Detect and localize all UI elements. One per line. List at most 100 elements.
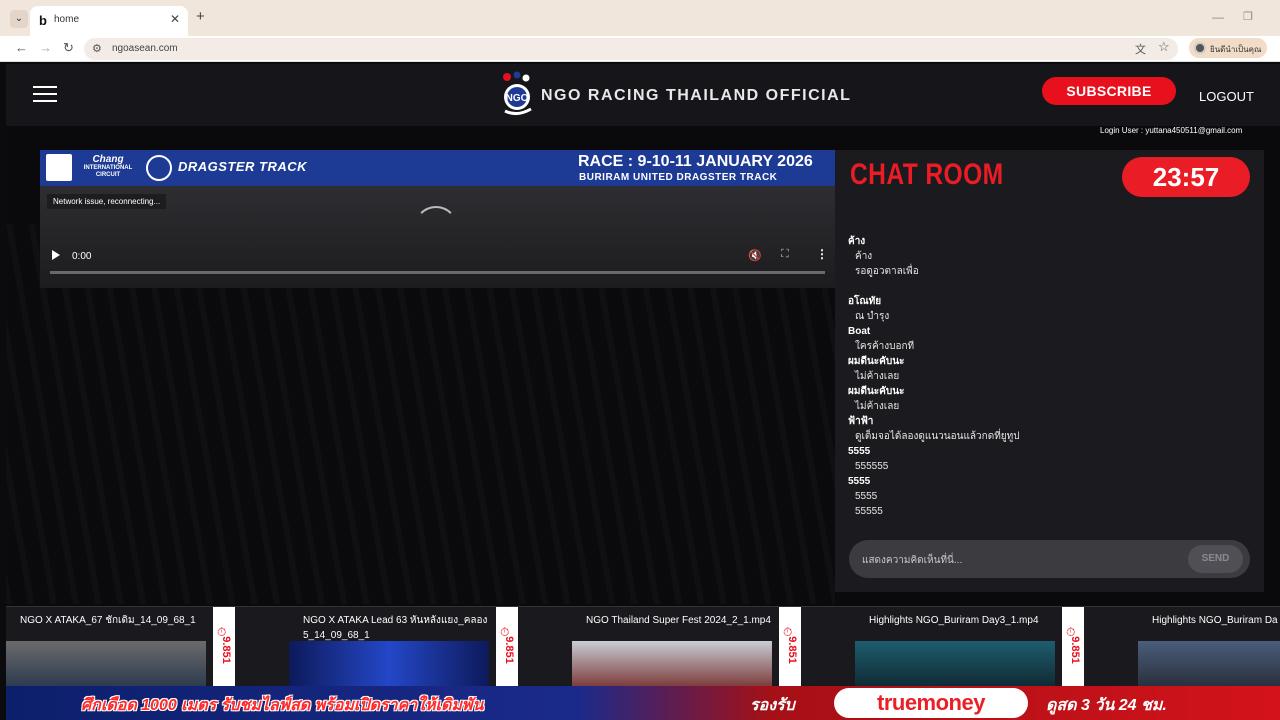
buriram-logo bbox=[146, 155, 172, 181]
race-track: BURIRAM UNITED DRAGSTER TRACK bbox=[579, 172, 778, 183]
video-card-title: NGO X ATAKA Lead 63 หันหลังแยง_คลอง 5_14… bbox=[303, 615, 488, 641]
chat-message-text: ไม่ค้างเลย bbox=[855, 371, 900, 382]
video-card-thumbnail[interactable] bbox=[289, 641, 489, 686]
video-card-stats: ⏱ 9.851 bbox=[496, 607, 518, 686]
chat-message-text: ไม่ค้างเลย bbox=[855, 401, 900, 412]
forward-icon[interactable]: → bbox=[39, 40, 52, 55]
tab-favicon: b bbox=[39, 13, 47, 28]
window-minimize-icon[interactable]: — bbox=[1212, 10, 1224, 24]
promo-banner[interactable]: ศึกเดือด 1000 เมตร รับชมไลฟ์สด พร้อมเปิด… bbox=[6, 686, 1280, 720]
chat-message-user: 5555 bbox=[848, 476, 871, 487]
reload-icon[interactable]: ↻ bbox=[63, 40, 74, 56]
chat-room: CHAT ROOM 23:57 ค้าง ค้าง รอดูอวตาลเพื่อ อโ… bbox=[835, 150, 1264, 592]
video-card-thumbnail[interactable] bbox=[572, 641, 772, 686]
video-time: 0:00 bbox=[72, 251, 92, 262]
chat-message-user: ผมดีนะคับนะ bbox=[848, 386, 905, 397]
website: NGO NGO RACING THAILAND OFFICIAL SUBSCRI… bbox=[6, 64, 1280, 720]
video-card-views: 9.851 bbox=[220, 636, 232, 664]
chat-message-text: ดูเต็มจอได้ลองดูแนวนอนแล้วกดที่ยูทูป bbox=[855, 431, 1020, 442]
video-card-title: Highlights NGO_Buriram Da bbox=[1152, 615, 1278, 626]
race-banner: Chang INTERNATIONAL CIRCUIT DRAGSTER TRA… bbox=[40, 150, 835, 186]
video-card-thumbnail[interactable] bbox=[1138, 641, 1280, 686]
video-card-title: Highlights NGO_Buriram Day3_1.mp4 bbox=[869, 615, 1039, 626]
video-player[interactable]: Chang INTERNATIONAL CIRCUIT DRAGSTER TRA… bbox=[40, 150, 835, 288]
site-header: NGO NGO RACING THAILAND OFFICIAL SUBSCRI… bbox=[6, 64, 1280, 126]
chang-brand: Chang bbox=[92, 154, 124, 165]
chat-title: CHAT ROOM bbox=[850, 158, 1004, 191]
translate-icon[interactable]: 文 bbox=[1135, 41, 1146, 57]
chat-input[interactable]: แสดงความคิดเห็นที่นี่... SEND bbox=[849, 540, 1250, 578]
promo-headline: ศึกเดือด 1000 เมตร รับชมไลฟ์สด พร้อมเปิด… bbox=[81, 697, 484, 714]
new-tab-icon[interactable]: + bbox=[196, 8, 205, 25]
chat-message-text: 555555 bbox=[855, 461, 889, 472]
truemoney-logo: truemoney bbox=[834, 688, 1028, 718]
chat-message-user: ค้าง bbox=[848, 236, 866, 247]
bookmark-star-icon[interactable]: ☆ bbox=[1158, 39, 1170, 55]
chat-message-text: ค้าง bbox=[855, 251, 873, 262]
menu-icon[interactable] bbox=[33, 86, 57, 102]
video-card-title: NGO X ATAKA_67 ชักเดิม_14_09_68_1 bbox=[20, 615, 196, 626]
chang-logo: Chang INTERNATIONAL CIRCUIT bbox=[78, 155, 138, 179]
tab-search-icon[interactable]: ⌄ bbox=[10, 10, 28, 28]
back-icon[interactable]: ← bbox=[15, 40, 28, 55]
video-card-title: NGO Thailand Super Fest 2024_2_1.mp4 bbox=[586, 615, 771, 626]
chat-message-user: ฟ้าฟ้า bbox=[848, 416, 874, 427]
video-card[interactable]: NGO X ATAKA_67 ชักเดิม_14_09_68_1 ⏱ 9.851 bbox=[6, 606, 289, 686]
site-info-icon[interactable]: ⚙ bbox=[92, 42, 102, 55]
svg-text:NGO: NGO bbox=[506, 93, 529, 104]
video-progress-bar[interactable] bbox=[50, 271, 825, 274]
promo-hours: ดูสด 3 วัน 24 ชม. bbox=[1046, 697, 1167, 714]
video-card[interactable]: NGO X ATAKA Lead 63 หันหลังแยง_คลอง 5_14… bbox=[289, 606, 572, 686]
race-dates: RACE : 9-10-11 JANUARY 2026 bbox=[578, 153, 813, 170]
video-card-thumbnail[interactable] bbox=[6, 641, 206, 686]
chat-message-text: 55555 bbox=[855, 506, 883, 517]
avatar bbox=[1194, 42, 1206, 54]
network-status: Network issue, reconnecting... bbox=[47, 194, 167, 209]
subscribe-button[interactable]: SUBSCRIBE bbox=[1042, 77, 1176, 105]
send-button[interactable]: SEND bbox=[1188, 545, 1243, 573]
video-card-thumbnail[interactable] bbox=[855, 641, 1055, 686]
play-icon[interactable] bbox=[52, 250, 60, 260]
browser-tab-home[interactable]: b home ✕ bbox=[30, 6, 188, 36]
browser-toolbar: ← → ↻ ⚙ ngoasean.com bbox=[0, 36, 1280, 62]
chat-message-text: ณ บำรุง bbox=[855, 311, 890, 322]
video-card-views: 9.851 bbox=[1069, 636, 1081, 664]
browser-tabstrip: ⌄ b home ✕ + — ❐ bbox=[0, 0, 1280, 36]
video-list: NGO X ATAKA_67 ชักเดิม_14_09_68_1 ⏱ 9.851 N… bbox=[6, 606, 1280, 686]
chat-message-user: อโณทัย bbox=[848, 296, 882, 307]
video-card[interactable]: Highlights NGO_Buriram Day3_1.mp4 ⏱ 9.851 bbox=[855, 606, 1138, 686]
promo-support-label: รองรับ bbox=[750, 697, 795, 714]
address-bar[interactable]: ⚙ ngoasean.com bbox=[84, 38, 1178, 60]
profile-button[interactable]: ยินดีนำเป็นคุณ bbox=[1189, 38, 1267, 58]
chat-message-text: ใครค้างบอกที bbox=[855, 341, 915, 352]
sponsor-logo bbox=[46, 154, 72, 181]
loading-spinner-icon bbox=[414, 206, 458, 250]
login-user-label: Login User : yuttana450511@gmail.com bbox=[1100, 126, 1243, 135]
site-title: NGO RACING THAILAND OFFICIAL bbox=[541, 87, 852, 104]
logout-link[interactable]: LOGOUT bbox=[1199, 89, 1254, 104]
fullscreen-icon[interactable]: ⛶ bbox=[781, 248, 789, 261]
ngo-logo[interactable]: NGO bbox=[499, 71, 535, 119]
chat-messages[interactable]: ค้าง ค้าง รอดูอวตาลเพื่อ อโณทัยณ บำรุง Boat ใ… bbox=[848, 234, 1248, 519]
url-text: ngoasean.com bbox=[112, 43, 178, 54]
video-card-views: 9.851 bbox=[786, 636, 798, 664]
tab-title: home bbox=[54, 14, 80, 25]
video-card[interactable]: Highlights NGO_Buriram Da bbox=[1138, 606, 1280, 686]
more-options-icon[interactable]: ⋮ bbox=[816, 247, 828, 261]
profile-label: ยินดีนำเป็นคุณ bbox=[1210, 45, 1262, 54]
countdown-timer: 23:57 bbox=[1122, 157, 1250, 197]
mute-icon[interactable]: 🔇 bbox=[748, 249, 762, 262]
video-card[interactable]: NGO Thailand Super Fest 2024_2_1.mp4 ⏱ 9.8… bbox=[572, 606, 855, 686]
chat-message-user: 5555 bbox=[848, 446, 871, 457]
video-card-stats: ⏱ 9.851 bbox=[213, 607, 235, 686]
chang-sub: INTERNATIONAL CIRCUIT bbox=[83, 165, 133, 178]
chat-message-text bbox=[848, 279, 1248, 294]
chat-message-user: ผมดีนะคับนะ bbox=[848, 356, 905, 367]
chat-message-text: รอดูอวตาลเพื่อ bbox=[855, 266, 919, 277]
window-restore-icon[interactable]: ❐ bbox=[1243, 10, 1253, 23]
tab-close-icon[interactable]: ✕ bbox=[170, 12, 180, 26]
chat-message-user: Boat bbox=[848, 326, 871, 337]
video-card-stats: ⏱ 9.851 bbox=[779, 607, 801, 686]
dragster-track-logo: DRAGSTER TRACK bbox=[178, 159, 308, 174]
chat-message-text: 5555 bbox=[855, 491, 878, 502]
